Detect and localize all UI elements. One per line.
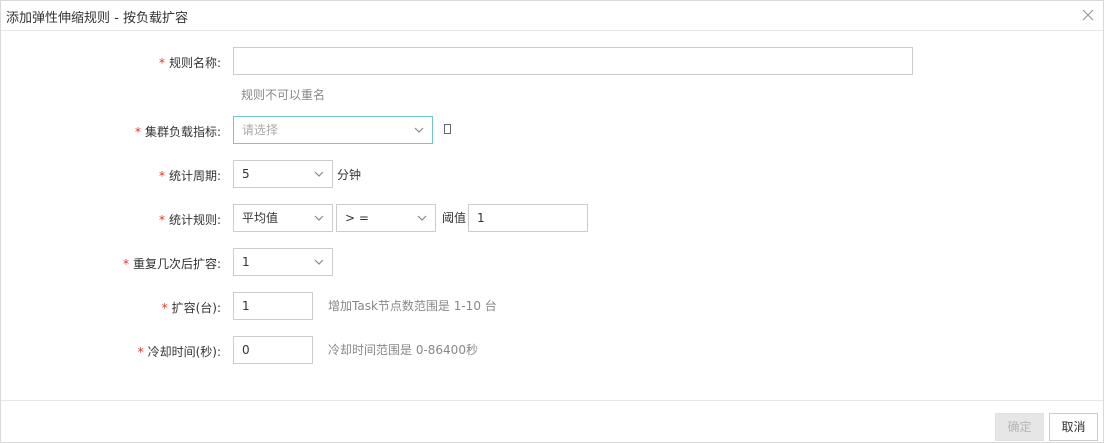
scale-hint: 增加Task节点数范围是 1-10 台	[328, 299, 497, 313]
aggregate-select[interactable]: 平均值	[233, 204, 333, 232]
cooldown-hint: 冷却时间范围是 0-86400秒	[328, 343, 478, 357]
scale-input[interactable]: 1	[233, 292, 313, 320]
metric-select-placeholder: 请选择	[242, 123, 279, 137]
cooldown-input[interactable]: 0	[233, 336, 313, 364]
footer-divider	[1, 400, 1103, 401]
scale-label: * 扩容(台):	[161, 301, 221, 315]
aggregate-select-value: 平均值	[242, 211, 279, 225]
stat-rule-label: * 统计规则:	[158, 213, 221, 227]
repeat-select-value: 1	[242, 255, 250, 269]
dialog-title: 添加弹性伸缩规则 - 按负载扩容	[6, 11, 188, 26]
scaling-rule-dialog: 添加弹性伸缩规则 - 按负载扩容 * 规则名称: 规则不可以重名 * 集群负载指标:…	[0, 0, 1104, 443]
chevron-down-icon	[314, 171, 324, 177]
chevron-down-icon	[417, 215, 427, 221]
help-icon[interactable]	[444, 124, 451, 134]
chevron-down-icon	[314, 259, 324, 265]
dialog-titlebar: 添加弹性伸缩规则 - 按负载扩容	[1, 1, 1103, 31]
repeat-select[interactable]: 1	[233, 248, 333, 276]
rule-name-hint: 规则不可以重名	[241, 88, 326, 102]
period-select-value: 5	[242, 167, 250, 181]
chevron-down-icon	[414, 127, 424, 133]
metric-label: * 集群负载指标:	[134, 125, 221, 139]
operator-select[interactable]: > =	[336, 204, 436, 232]
metric-select[interactable]: 请选择	[233, 116, 433, 144]
ok-button[interactable]: 确定	[995, 413, 1044, 441]
threshold-input[interactable]: 1	[468, 204, 588, 232]
cancel-button[interactable]: 取消	[1049, 413, 1098, 441]
rule-name-label: * 规则名称:	[158, 56, 221, 70]
period-label: * 统计周期:	[158, 169, 221, 183]
cooldown-label: * 冷却时间(秒):	[137, 345, 221, 359]
close-icon[interactable]	[1079, 6, 1097, 24]
repeat-label: * 重复几次后扩容:	[122, 257, 221, 271]
operator-select-value: > =	[345, 211, 369, 225]
threshold-label: 阈值	[442, 211, 467, 225]
period-select[interactable]: 5	[233, 160, 333, 188]
chevron-down-icon	[314, 215, 324, 221]
rule-name-input[interactable]	[233, 47, 913, 75]
period-unit: 分钟	[337, 168, 362, 182]
